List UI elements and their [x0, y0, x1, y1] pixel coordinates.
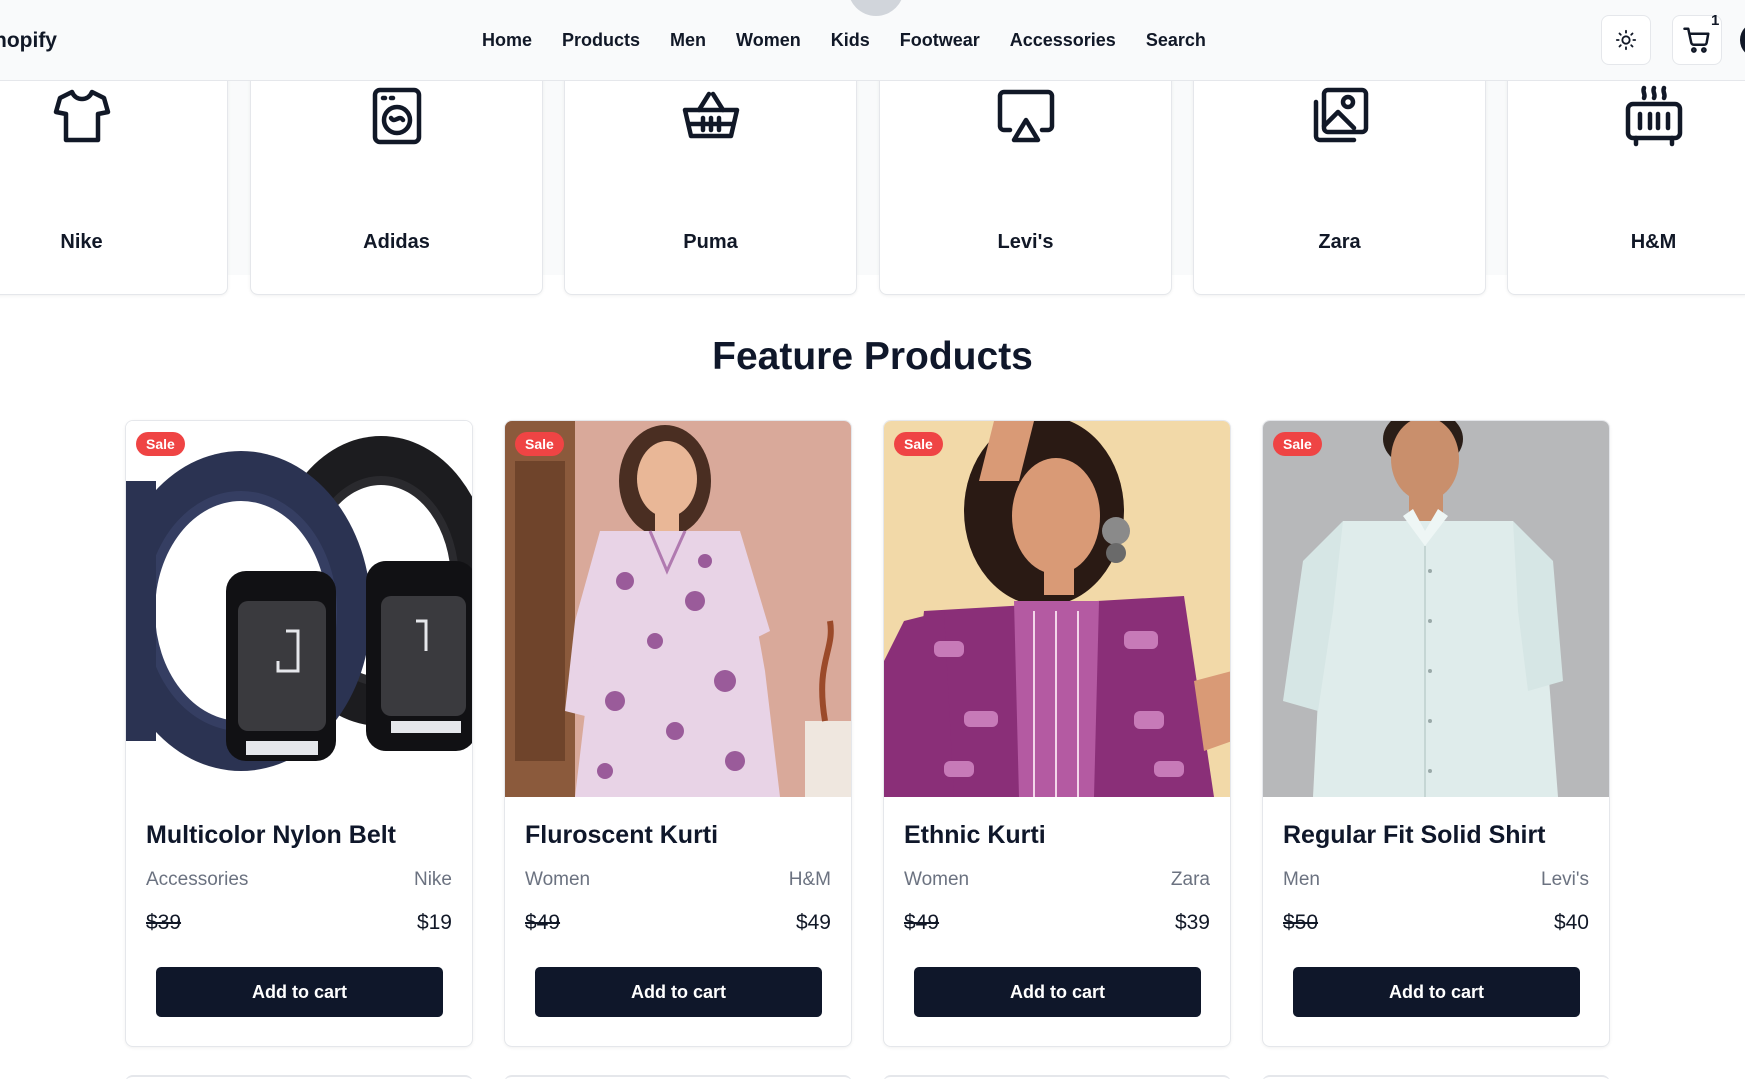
add-to-cart-button[interactable]: Add to cart: [1293, 967, 1580, 1017]
product-category: Men: [1283, 869, 1320, 890]
product-name[interactable]: Fluroscent Kurti: [525, 821, 718, 850]
product-category: Women: [904, 869, 970, 890]
cart-count-badge: 1: [1711, 12, 1720, 29]
nav-women[interactable]: Women: [736, 30, 801, 51]
brand-name: H&M: [1630, 231, 1677, 253]
nav-search[interactable]: Search: [1146, 30, 1206, 51]
product-price: $39: [1174, 911, 1210, 934]
sale-badge: Sale: [1273, 432, 1322, 456]
product-price: $19: [416, 911, 452, 934]
brand-name: Zara: [1318, 231, 1361, 253]
airplay-icon: [997, 89, 1054, 143]
photos-icon: [1313, 87, 1368, 143]
sale-badge: Sale: [894, 432, 943, 456]
product-image-belt[interactable]: Sale: [126, 421, 472, 797]
product-image-kurti[interactable]: Sale: [505, 421, 851, 797]
product-price: $40: [1553, 911, 1589, 934]
add-to-cart-button[interactable]: Add to cart: [156, 967, 443, 1017]
product-price: $49: [795, 911, 831, 934]
product-old-price: $49: [525, 911, 561, 934]
product-image-shirt[interactable]: Sale: [1263, 421, 1609, 797]
brand-name: Puma: [683, 231, 738, 253]
brand-card-hm[interactable]: H&M: [1507, 71, 1745, 295]
cart-icon: [1683, 27, 1710, 53]
brand-name: Nike: [60, 231, 103, 253]
product-old-price: $39: [146, 911, 182, 934]
add-to-cart-button[interactable]: Add to cart: [535, 967, 822, 1017]
scroll-indicator: [848, 0, 904, 16]
site-logo[interactable]: hopify: [0, 29, 57, 53]
product-card[interactable]: Sale Ethnic Kurti Women Zara $49 $39 Add…: [883, 420, 1231, 1047]
nav-men[interactable]: Men: [670, 30, 706, 51]
main-nav: Home Products Men Women Kids Footwear Ac…: [482, 30, 1236, 51]
brand-card-adidas[interactable]: Adidas: [250, 71, 543, 295]
basket-icon: [682, 91, 739, 139]
product-name[interactable]: Multicolor Nylon Belt: [146, 821, 396, 850]
product-brand: Nike: [413, 869, 452, 890]
section-title: Feature Products: [712, 335, 1033, 378]
next-row-card-edge: [883, 1075, 1231, 1079]
avatar[interactable]: [1740, 22, 1745, 58]
tshirt-icon: [53, 89, 110, 143]
product-brand: H&M: [788, 869, 831, 890]
brand-strip: Nike Adidas Puma Levi's Zara H&M: [0, 71, 1745, 295]
product-brand: Zara: [1170, 869, 1210, 890]
product-old-price: $49: [904, 911, 940, 934]
product-old-price: $50: [1283, 911, 1319, 934]
next-row-card-edge: [125, 1075, 473, 1079]
product-image-ethnic-kurti[interactable]: Sale: [884, 421, 1230, 797]
product-category: Accessories: [146, 869, 249, 890]
add-to-cart-button[interactable]: Add to cart: [914, 967, 1201, 1017]
product-brand: Levi's: [1541, 869, 1589, 890]
sale-badge: Sale: [136, 432, 185, 456]
product-category: Women: [525, 869, 591, 890]
nav-products[interactable]: Products: [562, 30, 640, 51]
sun-icon: [1615, 29, 1637, 51]
product-card[interactable]: Sale Fluroscent Kurti Women H&M $49 $49 …: [504, 420, 852, 1047]
brand-card-levis[interactable]: Levi's: [879, 71, 1172, 295]
brand-name: Levi's: [997, 231, 1054, 253]
brand-card-puma[interactable]: Puma: [564, 71, 857, 295]
nav-home[interactable]: Home: [482, 30, 532, 51]
nav-footwear[interactable]: Footwear: [900, 30, 980, 51]
product-card[interactable]: Sale Regular Fit Solid Shirt Men Levi's …: [1262, 420, 1610, 1047]
nav-kids[interactable]: Kids: [831, 30, 870, 51]
sale-badge: Sale: [515, 432, 564, 456]
product-name[interactable]: Ethnic Kurti: [904, 821, 1046, 850]
brand-name: Adidas: [363, 231, 430, 253]
nav-accessories[interactable]: Accessories: [1010, 30, 1116, 51]
product-card[interactable]: Sale Multicolor Nylon Belt Accessories N…: [125, 420, 473, 1047]
washing-machine-icon: [372, 87, 421, 145]
next-row-card-edge: [504, 1075, 852, 1079]
next-row-card-edge: [1262, 1075, 1610, 1079]
brand-card-zara[interactable]: Zara: [1193, 71, 1486, 295]
heater-icon: [1625, 85, 1682, 147]
brand-card-nike[interactable]: Nike: [0, 71, 228, 295]
theme-toggle-button[interactable]: [1601, 15, 1651, 65]
product-name[interactable]: Regular Fit Solid Shirt: [1283, 821, 1546, 850]
site-header: hopify Home Products Men Women Kids Foot…: [0, 0, 1745, 81]
